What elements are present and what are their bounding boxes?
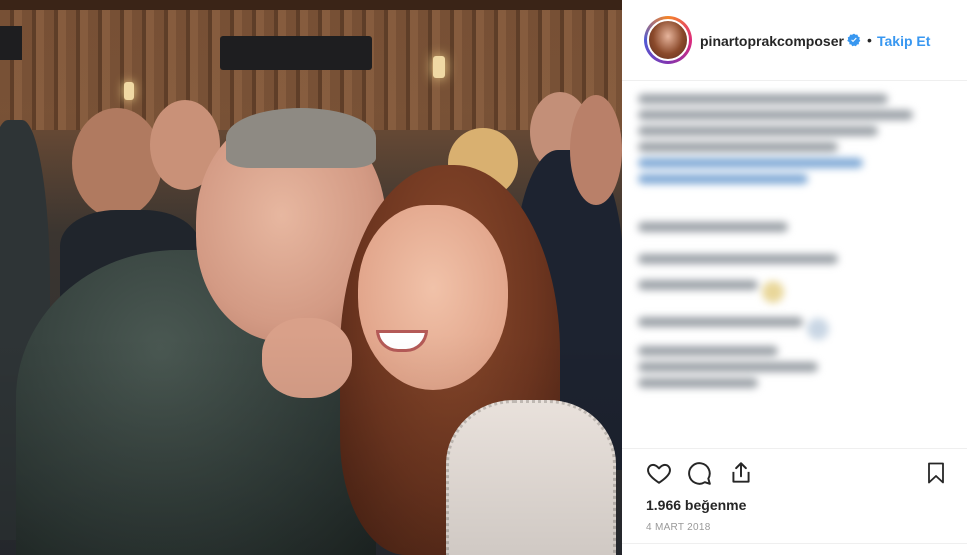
bottom-divider bbox=[622, 543, 967, 544]
share-icon[interactable] bbox=[728, 460, 754, 486]
username-link[interactable]: pinartoprakcomposer bbox=[700, 33, 844, 49]
post-date[interactable]: 4 MART 2018 bbox=[646, 522, 711, 533]
heart-icon[interactable] bbox=[646, 460, 672, 486]
actions-divider bbox=[622, 448, 967, 449]
avatar[interactable] bbox=[647, 19, 689, 61]
post-side-panel: pinartoprakcomposer • Takip Et 1.966 beğ… bbox=[622, 0, 967, 555]
verified-badge-icon bbox=[847, 33, 861, 47]
avatar-story-ring[interactable] bbox=[644, 16, 692, 64]
comment-icon[interactable] bbox=[686, 460, 712, 486]
follow-button[interactable]: Takip Et bbox=[877, 33, 930, 49]
comments-blurred bbox=[638, 86, 948, 446]
post-photo[interactable] bbox=[0, 0, 622, 555]
like-count[interactable]: 1.966 beğenme bbox=[646, 497, 746, 513]
header-divider bbox=[622, 80, 967, 81]
post-header: pinartoprakcomposer • Takip Et bbox=[622, 0, 967, 80]
photo-vignette bbox=[0, 0, 622, 555]
separator-dot: • bbox=[867, 32, 872, 48]
bookmark-icon[interactable] bbox=[924, 460, 948, 486]
